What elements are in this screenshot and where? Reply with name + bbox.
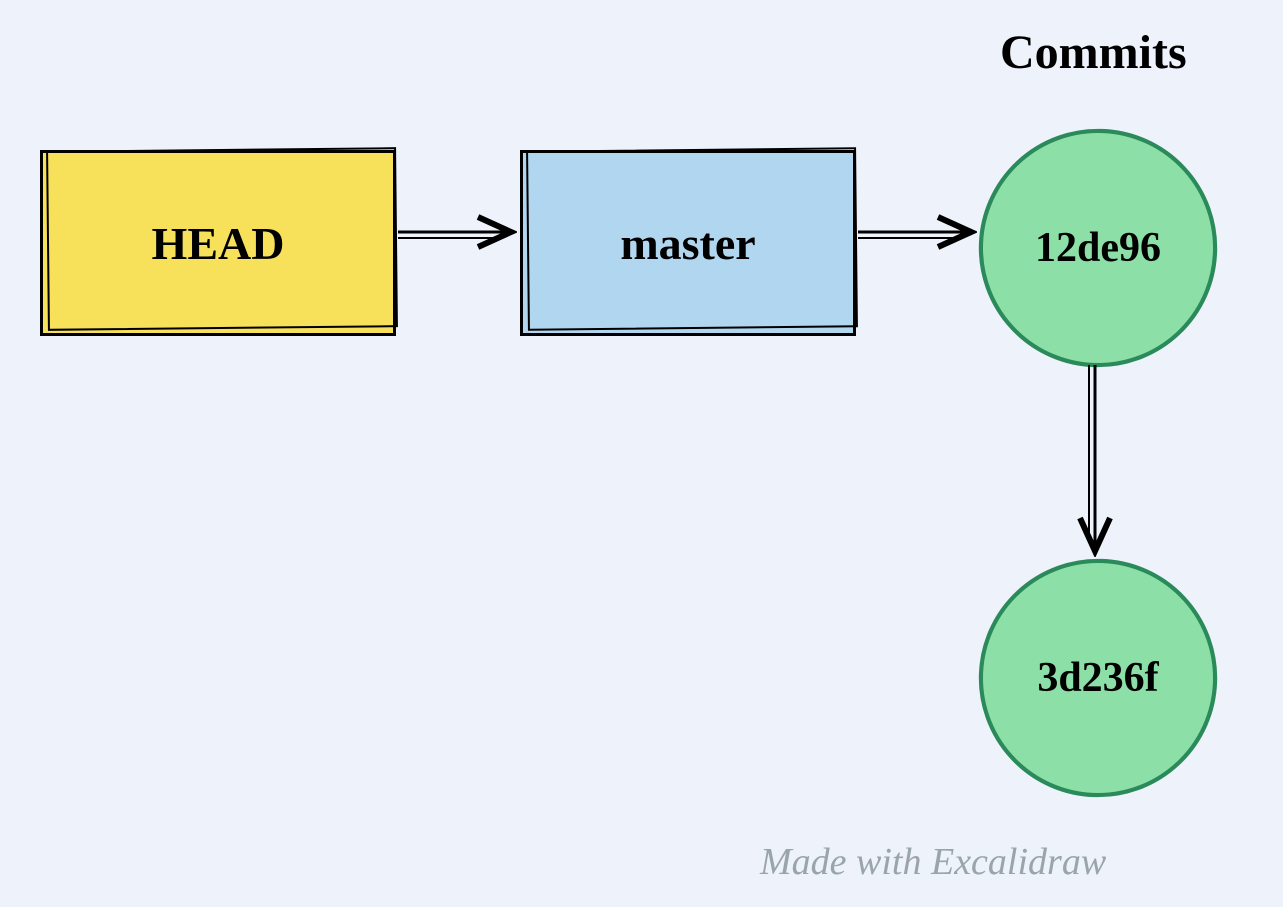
commit-hash: 12de96: [1035, 224, 1161, 272]
commits-title: Commits: [1000, 25, 1187, 80]
commit-hash: 3d236f: [1037, 654, 1158, 702]
branch-box: master: [520, 150, 856, 336]
diagram-canvas: Commits HEAD master 12de96 3d236f Made w…: [0, 0, 1283, 907]
commit-node: 12de96: [980, 130, 1216, 366]
credit-text: Made with Excalidraw: [760, 840, 1106, 884]
branch-label: master: [620, 217, 755, 270]
head-label: HEAD: [152, 217, 285, 270]
head-pointer-box: HEAD: [40, 150, 396, 336]
commit-node: 3d236f: [980, 560, 1216, 796]
